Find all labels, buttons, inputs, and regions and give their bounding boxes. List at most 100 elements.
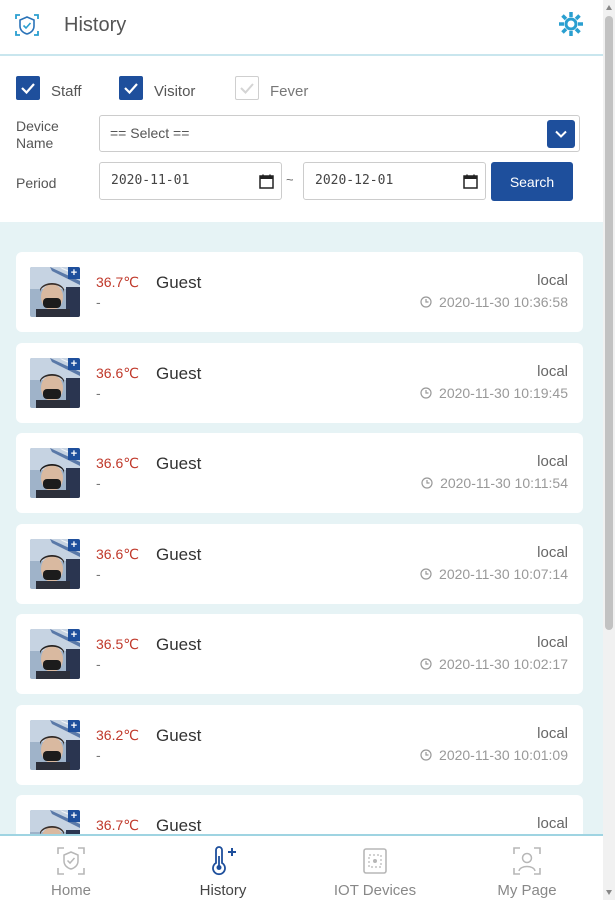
temperature: 36.7℃ [96,817,139,833]
fever-checkbox[interactable]: Fever [235,75,308,101]
person-name: Guest [156,454,202,473]
nav-item-history[interactable]: History [148,836,298,900]
record-timestamp: 2020-11-30 10:01:09 [439,746,568,763]
checkbox-checked[interactable] [16,76,40,100]
face-thumbnail[interactable]: + [30,538,80,589]
nav-label-home: Home [50,882,91,899]
check-icon [124,83,138,95]
history-record[interactable]: +36.6℃ Guest - local 2020-11-30 10:07:14 [16,523,583,604]
temperature: 36.2℃ [96,726,139,743]
record-time: 2020-11-30 10:01:09 [420,747,568,763]
nav-label-my-page: My Page [497,882,557,899]
person-name: Guest [156,363,202,383]
record-time: 2020-11-30 10:19:45 [420,385,568,401]
clock-icon [420,567,432,580]
nav-item-home[interactable]: Home [0,836,146,900]
search-button[interactable]: Search [491,162,573,201]
face-scan-icon [15,14,39,36]
record-timestamp: 2020-11-30 10:07:14 [439,565,568,582]
history-record[interactable]: +36.5℃ Guest - local 2020-11-30 10:02:17 [16,614,583,694]
checkbox-unchecked[interactable] [235,76,259,100]
nav-label-iot-devices: IOT Devices [333,882,417,899]
temperature: 36.6℃ [96,455,139,471]
record-source: local [537,362,568,380]
scrollbar[interactable] [603,0,615,900]
person-detail: - [96,746,101,763]
face-thumbnail[interactable]: + [30,357,80,408]
nav-item-iot-devices[interactable]: IOT Devices [300,836,450,900]
device-name-label: Device Name [16,118,59,152]
clock-icon [420,658,432,670]
person-name: Guest [156,725,202,745]
fever-label: Fever [270,82,309,100]
history-record[interactable]: +36.6℃ Guest - local 2020-11-30 10:19:45 [16,342,583,423]
app-header: History [0,0,603,56]
calendar-icon[interactable] [463,174,478,189]
record-time: 2020-11-30 10:07:14 [420,566,568,582]
staff-checkbox[interactable]: Staff [16,75,82,101]
record-timestamp: 2020-11-30 10:19:45 [439,384,568,401]
temperature: 36.7℃ [96,274,139,290]
record-source: local [537,543,568,561]
bottom-nav: Home History IOT Devices My Page [0,834,603,900]
chevron-down-icon[interactable] [547,120,575,148]
person-name: Guest [156,544,202,564]
plus-icon[interactable]: + [68,810,80,822]
page-title: History [64,14,127,36]
device-icon [363,848,387,874]
person-name: Guest [156,273,202,292]
plus-icon[interactable]: + [68,538,80,551]
date-to-value: 2020-12-01 [315,173,394,188]
plus-icon[interactable]: + [68,448,80,460]
clock-icon [420,386,432,399]
scroll-up-arrow[interactable] [606,5,612,10]
face-thumbnail[interactable]: + [30,267,80,317]
plus-icon[interactable]: + [68,357,80,370]
record-timestamp: 2020-11-30 10:11:54 [440,475,568,491]
date-from-value: 2020-11-01 [111,173,190,188]
history-record[interactable]: +36.6℃ Guest - local 2020-11-30 10:11:54 [16,433,583,513]
date-separator: ~ [286,172,294,187]
face-thumbnail[interactable]: + [30,448,80,498]
plus-icon[interactable]: + [68,267,80,279]
scroll-down-arrow[interactable] [606,890,612,895]
temperature: 36.6℃ [96,545,139,562]
plus-icon[interactable]: + [68,629,80,641]
face-thumbnail[interactable]: + [30,629,80,679]
history-record[interactable]: +36.7℃ Guest local [16,795,583,834]
device-label-line1: Device [16,118,59,134]
filter-panel: Staff Visitor Fever Device Name == Selec… [0,58,603,222]
face-thumbnail[interactable]: + [30,810,80,834]
device-select[interactable]: == Select == [99,115,580,152]
record-source: local [537,453,568,470]
calendar-icon[interactable] [259,174,274,189]
person-name: Guest [156,635,202,654]
date-to-input[interactable]: 2020-12-01 [303,162,486,200]
record-source: local [537,724,568,742]
record-timestamp: 2020-11-30 10:02:17 [439,656,568,672]
record-time: 2020-11-30 10:02:17 [420,656,568,672]
history-record[interactable]: +36.2℃ Guest - local 2020-11-30 10:01:09 [16,704,583,785]
checkbox-checked[interactable] [119,76,143,100]
nav-item-my-page[interactable]: My Page [452,836,602,900]
record-timestamp: 2020-11-30 10:36:58 [439,294,568,310]
scrollbar-thumb[interactable] [605,16,613,630]
face-thumbnail[interactable]: + [30,719,80,770]
gear-icon[interactable] [557,10,585,38]
visitor-checkbox[interactable]: Visitor [119,75,195,101]
record-source: local [537,272,568,289]
person-detail: - [96,294,101,310]
plus-icon[interactable]: + [68,719,80,732]
temperature: 36.5℃ [96,636,139,652]
person-detail: - [96,656,101,672]
record-time: 2020-11-30 10:36:58 [420,294,568,310]
visitor-label: Visitor [154,82,196,100]
nav-label-history: History [199,882,247,899]
history-list: +36.7℃ Guest - local 2020-11-30 10:36:58 +36.… [0,222,603,834]
clock-icon [420,296,432,308]
device-select-value: == Select == [110,125,190,141]
temperature: 36.6℃ [96,364,139,381]
history-record[interactable]: +36.7℃ Guest - local 2020-11-30 10:36:58 [16,252,583,332]
date-from-input[interactable]: 2020-11-01 [99,162,282,200]
check-icon [240,83,254,94]
